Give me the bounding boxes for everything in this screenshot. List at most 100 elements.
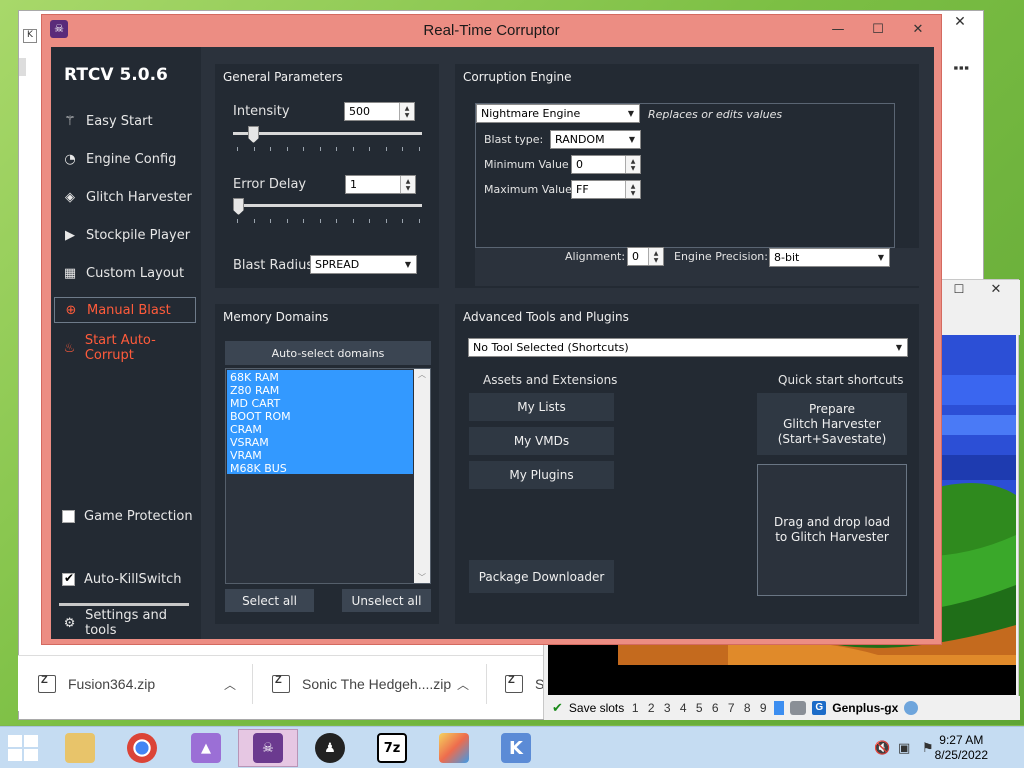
clock[interactable]: 9:27 AM 8/25/2022 [935,733,988,763]
save-slot[interactable]: 8 [742,701,752,715]
list-item[interactable]: M68K BUS [228,462,414,475]
save-slot[interactable]: 6 [710,701,720,715]
package-downloader-button[interactable]: Package Downloader [469,560,614,593]
taskbar-app[interactable] [424,729,484,767]
maximum-value-input[interactable]: FF ▲ ▼ [571,180,641,199]
sidebar-item-stockpile-player[interactable]: ▶ Stockpile Player [54,222,196,248]
taskbar-app[interactable] [112,729,172,767]
unselect-all-button[interactable]: Unselect all [342,589,431,612]
chevron-down-icon[interactable]: ▼ [623,105,639,122]
list-item[interactable]: Z80 RAM [228,384,414,397]
action-center-icon[interactable]: ⚑ [922,741,934,756]
my-plugins-button[interactable]: My Plugins [469,461,614,489]
auto-select-domains-button[interactable]: Auto-select domains [225,341,431,365]
my-lists-button[interactable]: My Lists [469,393,614,421]
save-slot[interactable]: 2 [646,701,656,715]
chevron-down-icon[interactable]: ▼ [873,249,889,266]
intensity-slider-thumb[interactable] [248,126,259,143]
engine-select[interactable]: Nightmare Engine ▼ [476,104,640,123]
settings-button[interactable]: ⚙ Settings and tools [54,608,196,638]
download-item[interactable]: Fusion364.zip [38,656,238,712]
manual-blast-button[interactable]: ⊕ Manual Blast [54,297,196,323]
rtcv-titlebar[interactable]: ☠ Real-Time Corruptor — ☐ ✕ [42,15,941,46]
tab-favicon-icon[interactable]: K [23,29,37,43]
download-item[interactable]: S [505,656,545,712]
save-slot[interactable]: 3 [662,701,672,715]
list-item[interactable]: BOOT ROM [228,410,414,423]
sidebar-item-glitch-harvester[interactable]: ◈ Glitch Harvester [54,184,196,210]
taskbar-app[interactable]: K [486,729,546,767]
game-protection-checkbox[interactable]: Game Protection [54,503,196,529]
checkbox-checked-icon[interactable] [62,571,75,586]
domain-list[interactable]: 68K RAM Z80 RAM MD CART BOOT ROM CRAM VS… [225,368,431,584]
maximize-icon[interactable]: ☐ [944,282,974,302]
select-all-button[interactable]: Select all [225,589,314,612]
scroll-up-icon[interactable]: ︿ [414,369,430,380]
volume-muted-icon[interactable]: 🔇 [874,741,890,756]
spinner-arrows-icon[interactable]: ▲ ▼ [399,103,414,120]
taskbar-app[interactable] [50,729,110,767]
minimize-icon[interactable]: — [818,17,858,43]
close-icon[interactable]: ✕ [937,11,983,33]
close-icon[interactable]: ✕ [898,17,938,43]
taskbar-app-active[interactable]: ☠ [238,729,298,767]
engine-precision-select[interactable]: 8-bit ▼ [769,248,890,267]
checkbox-icon[interactable] [62,509,75,523]
prepare-glitch-harvester-button[interactable]: Prepare Glitch Harvester (Start+Savestat… [757,393,907,455]
download-bar: Fusion364.zip ︿ Sonic The Hedgeh....zip … [18,655,548,711]
minimum-value-input[interactable]: 0 ▲ ▼ [571,155,641,174]
maximize-icon[interactable]: ☐ [858,17,898,43]
blast-radius-select[interactable]: SPREAD ▼ [310,255,417,274]
blast-type-select[interactable]: RANDOM ▼ [550,130,641,149]
tool-select[interactable]: No Tool Selected (Shortcuts) ▼ [468,338,908,357]
chevron-down-icon[interactable]: ▼ [400,256,416,273]
error-delay-slider-track[interactable] [233,204,422,207]
list-item[interactable]: CRAM [228,423,414,436]
scrollbar[interactable]: ︿ ﹀ [414,369,430,583]
error-delay-input[interactable]: 1 ▲ ▼ [345,175,416,194]
save-slot[interactable]: 4 [678,701,688,715]
sidebar-item-easy-start[interactable]: ⚚ Easy Start [54,108,196,134]
taskbar-app[interactable]: ♟ [300,729,360,767]
download-item[interactable]: Sonic The Hedgeh....zip [272,656,472,712]
chevron-down-icon[interactable]: ▼ [624,131,640,148]
taskbar-app[interactable]: ▲ [176,729,236,767]
chevron-down-icon[interactable]: ▼ [891,339,907,356]
my-vmds-button[interactable]: My VMDs [469,427,614,455]
list-item[interactable]: VRAM [228,449,414,462]
sidebar-item-custom-layout[interactable]: ▦ Custom Layout [54,260,196,286]
kebab-menu-icon[interactable]: ⋮ [950,59,971,77]
auto-killswitch-checkbox[interactable]: Auto-KillSwitch [54,566,196,592]
list-item[interactable]: 68K RAM [228,371,414,384]
save-slot[interactable]: 5 [694,701,704,715]
intensity-input[interactable]: 500 ▲ ▼ [344,102,415,121]
alignment-input[interactable]: 0 ▲ ▼ [627,247,664,266]
chevron-up-icon[interactable]: ︿ [457,656,469,712]
intensity-slider-track[interactable] [233,132,422,135]
taskbar-app[interactable]: 7z [362,729,422,767]
list-item[interactable]: MD CART [228,397,414,410]
chevron-up-icon[interactable]: ︿ [224,656,236,712]
save-slot[interactable]: 7 [726,701,736,715]
start-auto-corrupt-button[interactable]: ♨ Start Auto-Corrupt [54,333,196,363]
panel-title: Memory Domains [223,310,329,324]
spinner-arrows-icon[interactable]: ▲ ▼ [400,176,415,193]
error-delay-slider-thumb[interactable] [233,198,244,215]
close-icon[interactable]: ✕ [976,282,1016,302]
drag-drop-zone[interactable]: Drag and drop load to Glitch Harvester [757,464,907,596]
start-button[interactable] [8,735,38,761]
list-item[interactable]: VSRAM [228,436,414,449]
save-slot[interactable]: 9 [758,701,768,715]
spinner-arrows-icon[interactable]: ▲ ▼ [625,156,640,173]
sidebar-item-engine-config[interactable]: ◔ Engine Config [54,146,196,172]
engine-precision-value: 8-bit [774,251,800,264]
spinner-arrows-icon[interactable]: ▲ ▼ [648,248,663,265]
core-icon: G [812,701,827,715]
save-slot[interactable]: 1 [630,701,640,715]
scroll-down-icon[interactable]: ﹀ [414,572,430,583]
panel-title: Corruption Engine [463,70,572,84]
rtcv-window: ☠ Real-Time Corruptor — ☐ ✕ RTCV 5.0.6 ⚚… [41,14,942,645]
spinner-arrows-icon[interactable]: ▲ ▼ [625,181,640,198]
save-slot-selected[interactable]: 0 [774,701,785,715]
network-icon[interactable]: ▣ [898,741,910,756]
